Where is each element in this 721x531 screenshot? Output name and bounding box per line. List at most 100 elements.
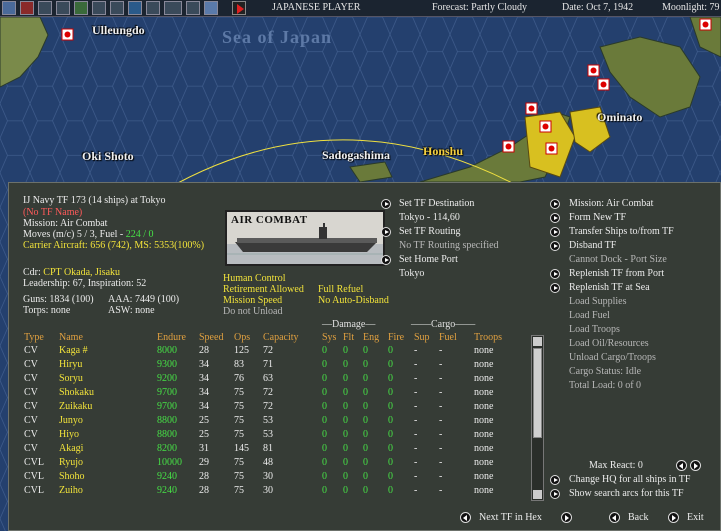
cell-name[interactable]: Kaga #	[59, 345, 88, 357]
col-sys[interactable]: Sys	[322, 332, 336, 343]
end-turn-icon[interactable]	[232, 1, 246, 15]
exit-button[interactable]: Exit	[687, 512, 704, 524]
table-row[interactable]: CV Akagi 8200 31 145 81 0 0 0 0 - - none	[9, 443, 539, 457]
disband-bullet-icon[interactable]	[550, 241, 560, 251]
table-row[interactable]: CVL Ryujo 10000 29 75 48 0 0 0 0 - - none	[9, 457, 539, 471]
table-row[interactable]: CV Shokaku 9700 34 75 72 0 0 0 0 - - none	[9, 387, 539, 401]
show-search-arcs[interactable]: Show search arcs for this TF	[569, 488, 684, 500]
replenish-port-bullet-icon[interactable]	[550, 269, 560, 279]
no-auto-disband[interactable]: No Auto-Disband	[318, 295, 389, 307]
col-name[interactable]: Name	[59, 332, 83, 343]
carrier-aircraft[interactable]: Carrier Aircraft: 656 (742), MS: 5353(10…	[23, 240, 204, 252]
table-row[interactable]: CV Hiryu 9300 34 83 71 0 0 0 0 - - none	[9, 359, 539, 373]
cell-flt: 0	[343, 457, 348, 468]
transfer-bullet-icon[interactable]	[550, 227, 560, 237]
transfer-ships[interactable]: Transfer Ships to/from TF	[569, 226, 674, 238]
col-speed[interactable]: Speed	[199, 332, 223, 343]
set-home-port-bullet-icon[interactable]	[381, 255, 391, 265]
col-type[interactable]: Type	[24, 332, 44, 343]
disband-tf[interactable]: Disband TF	[569, 240, 616, 252]
table-row[interactable]: CV Kaga # 8000 28 125 72 0 0 0 0 - - none	[9, 345, 539, 359]
intel-icon[interactable]	[110, 1, 124, 15]
ship-list-scrollbar[interactable]	[531, 335, 544, 501]
change-hq[interactable]: Change HQ for all ships in TF	[569, 474, 690, 486]
cell-name[interactable]: Hiyo	[59, 429, 79, 441]
col-fuel[interactable]: Fuel	[439, 332, 457, 343]
mission-bullet-icon[interactable]	[550, 199, 560, 209]
cell-name[interactable]: Soryu	[59, 373, 83, 385]
group-icon[interactable]	[92, 1, 106, 15]
col-flt[interactable]: Flt	[343, 332, 354, 343]
col-sup[interactable]: Sup	[414, 332, 430, 343]
window-icon[interactable]	[204, 1, 218, 15]
next-tf-icon[interactable]	[561, 512, 572, 523]
cell-name[interactable]: Akagi	[59, 443, 83, 455]
cell-cap: 53	[263, 415, 273, 426]
set-tf-destination[interactable]: Set TF Destination	[399, 198, 474, 210]
asw: ASW: none	[108, 305, 155, 316]
ship-icon[interactable]	[2, 1, 16, 15]
right-mission[interactable]: Mission: Air Combat	[569, 198, 653, 210]
table-row[interactable]: CV Hiyo 8800 25 75 53 0 0 0 0 - - none	[9, 429, 539, 443]
cell-name[interactable]: Hiryu	[59, 359, 82, 371]
cell-sys: 0	[322, 359, 327, 370]
target-icon[interactable]	[146, 1, 160, 15]
back-button[interactable]: Back	[628, 512, 649, 524]
set-routing-bullet-icon[interactable]	[381, 227, 391, 237]
cell-fuel: -	[439, 471, 443, 482]
cell-name[interactable]: Zuikaku	[59, 401, 92, 413]
exit-icon[interactable]	[668, 512, 679, 523]
aircraft-icon[interactable]	[56, 1, 70, 15]
globe-icon[interactable]	[128, 1, 142, 15]
col-troops[interactable]: Troops	[474, 332, 502, 343]
commander-name[interactable]: CPT Okada, Jisaku	[43, 267, 120, 278]
set-home-port[interactable]: Set Home Port	[399, 254, 458, 266]
flag-icon[interactable]	[20, 1, 34, 15]
table-row[interactable]: CV Zuikaku 9700 34 75 72 0 0 0 0 - - none	[9, 401, 539, 415]
cell-ops: 76	[234, 373, 244, 384]
cell-name[interactable]: Junyo	[59, 415, 83, 427]
cell-name[interactable]: Ryujo	[59, 457, 83, 469]
replenish-from-port[interactable]: Replenish TF from Port	[569, 268, 664, 280]
set-tf-routing[interactable]: Set TF Routing	[399, 226, 461, 238]
cell-name[interactable]: Shoho	[59, 471, 85, 483]
max-react-decrease-icon[interactable]	[676, 460, 687, 471]
form-new-bullet-icon[interactable]	[550, 213, 560, 223]
ops-report-icon[interactable]	[164, 1, 182, 15]
cell-cap: 53	[263, 429, 273, 440]
scroll-down-icon[interactable]	[533, 490, 542, 499]
cannot-dock: Cannot Dock - Port Size	[569, 254, 667, 265]
do-not-unload[interactable]: Do not Unload	[223, 306, 282, 318]
cell-endure: 9700	[157, 401, 177, 412]
table-row[interactable]: CV Junyo 8800 25 75 53 0 0 0 0 - - none	[9, 415, 539, 429]
replenish-at-sea[interactable]: Replenish TF at Sea	[569, 282, 650, 294]
form-new-tf[interactable]: Form New TF	[569, 212, 626, 224]
set-destination-bullet-icon[interactable]	[381, 199, 391, 209]
base-icon[interactable]	[38, 1, 52, 15]
ground-icon[interactable]	[74, 1, 88, 15]
load-oil: Load Oil/Resources	[569, 338, 649, 349]
prev-tf-icon[interactable]	[460, 512, 471, 523]
col-fire[interactable]: Fire	[388, 332, 404, 343]
col-endure[interactable]: Endure	[157, 332, 186, 343]
cell-name[interactable]: Shokaku	[59, 387, 94, 399]
scroll-thumb[interactable]	[533, 348, 542, 438]
col-eng[interactable]: Eng	[363, 332, 379, 343]
next-tf-in-hex[interactable]: Next TF in Hex	[479, 512, 542, 524]
cell-name[interactable]: Zuiho	[59, 485, 83, 497]
list-icon[interactable]	[186, 1, 200, 15]
col-ops[interactable]: Ops	[234, 332, 250, 343]
table-row[interactable]: CVL Shoho 9240 28 75 30 0 0 0 0 - - none	[9, 471, 539, 485]
place-sadogashima: Sadogashima	[322, 148, 391, 162]
show-search-bullet-icon[interactable]	[550, 489, 560, 499]
table-row[interactable]: CV Soryu 9200 34 76 63 0 0 0 0 - - none	[9, 373, 539, 387]
table-row[interactable]: CVL Zuiho 9240 28 75 30 0 0 0 0 - - none	[9, 485, 539, 499]
back-icon[interactable]	[609, 512, 620, 523]
replenish-sea-bullet-icon[interactable]	[550, 283, 560, 293]
col-capacity[interactable]: Capacity	[263, 332, 299, 343]
max-react-increase-icon[interactable]	[690, 460, 701, 471]
scroll-up-icon[interactable]	[533, 337, 542, 346]
change-hq-bullet-icon[interactable]	[550, 475, 560, 485]
cell-ops: 75	[234, 401, 244, 412]
cell-ops: 75	[234, 429, 244, 440]
